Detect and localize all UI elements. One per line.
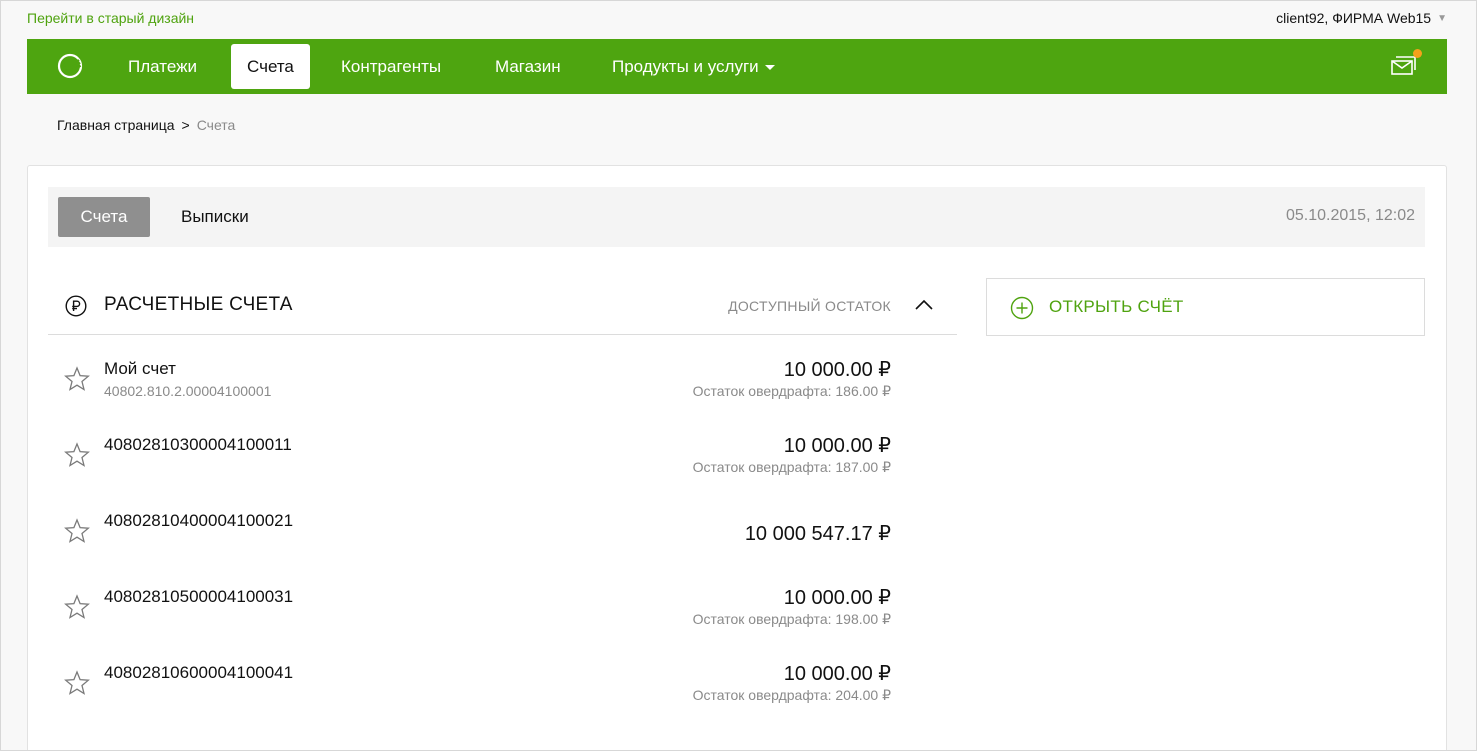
open-account-label: ОТКРЫТЬ СЧЁТ (1049, 297, 1184, 316)
tab-accounts[interactable]: Счета (58, 197, 150, 237)
breadcrumb-current: Счета (196, 117, 236, 133)
account-number: 40802.810.2.00004100001 (104, 383, 272, 399)
old-design-link[interactable]: Перейти в старый дизайн (27, 10, 194, 26)
balance-column-label: ДОСТУПНЫЙ ОСТАТОК (728, 298, 891, 314)
star-icon[interactable] (64, 366, 90, 392)
account-balance: 10 000.00 ₽ (783, 359, 891, 381)
user-name: client92, ФИРМА Web15 (1276, 10, 1432, 26)
account-balance: 10 000.00 ₽ (783, 435, 891, 457)
account-row[interactable]: 40802810600004100041 10 000.00 ₽ Остаток… (48, 663, 957, 739)
user-menu[interactable]: client92, ФИРМА Web15 ▼ (1276, 10, 1447, 26)
timestamp: 05.10.2015, 12:02 (1285, 207, 1415, 224)
star-icon[interactable] (64, 594, 90, 620)
star-icon[interactable] (64, 442, 90, 468)
open-account-button[interactable]: ОТКРЫТЬ СЧЁТ (986, 278, 1425, 336)
account-name: 40802810400004100021 (104, 511, 294, 530)
nav-item-counterparties[interactable]: Контрагенты (341, 44, 441, 89)
sber-logo-icon[interactable] (57, 53, 83, 79)
tab-statements[interactable]: Выписки (181, 197, 249, 237)
messages-button[interactable] (1389, 49, 1422, 81)
account-name: 40802810300004100011 (104, 435, 292, 454)
overdraft-balance: Остаток овердрафта: 186.00 ₽ (692, 383, 891, 399)
plus-circle-icon (1010, 296, 1034, 320)
account-row[interactable]: 40802810400004100021 10 000 547.17 ₽ (48, 511, 957, 587)
breadcrumb-separator: > (181, 117, 190, 133)
account-name: 40802810500004100031 (104, 587, 294, 606)
nav-item-accounts[interactable]: Счета (231, 44, 310, 89)
nav-item-products-label: Продукты и услуги (612, 57, 759, 76)
main-navbar: Платежи Счета Контрагенты Магазин Продук… (27, 39, 1447, 94)
overdraft-balance: Остаток овердрафта: 198.00 ₽ (692, 611, 891, 627)
account-balance: 10 000.00 ₽ (783, 587, 891, 609)
nav-item-payments[interactable]: Платежи (128, 44, 197, 89)
section-header: РАСЧЕТНЫЕ СЧЕТА ДОСТУПНЫЙ ОСТАТОК (48, 278, 957, 335)
chevron-up-icon[interactable] (915, 298, 933, 312)
account-balance: 10 000.00 ₽ (783, 663, 891, 685)
breadcrumb: Главная страница > Счета (57, 117, 235, 133)
notification-dot (1413, 49, 1422, 58)
overdraft-balance: Остаток овердрафта: 187.00 ₽ (692, 459, 891, 475)
account-balance: 10 000 547.17 ₽ (744, 523, 891, 545)
nav-item-shop[interactable]: Магазин (495, 44, 561, 89)
caret-down-icon: ▼ (1437, 12, 1447, 24)
star-icon[interactable] (64, 518, 90, 544)
account-name: Мой счет (104, 359, 176, 378)
tabs-bar: Счета Выписки 05.10.2015, 12:02 (48, 187, 1425, 247)
account-name: 40802810600004100041 (104, 663, 294, 682)
breadcrumb-home[interactable]: Главная страница (57, 117, 175, 133)
caret-down-icon (764, 65, 775, 71)
star-icon[interactable] (64, 670, 90, 696)
top-bar: Перейти в старый дизайн client92, ФИРМА … (0, 0, 1477, 38)
ruble-circle-icon (65, 295, 87, 317)
section-title: РАСЧЕТНЫЕ СЧЕТА (104, 294, 293, 315)
account-row[interactable]: 40802810500004100031 10 000.00 ₽ Остаток… (48, 587, 957, 663)
account-row[interactable]: 40802810300004100011 10 000.00 ₽ Остаток… (48, 435, 957, 511)
overdraft-balance: Остаток овердрафта: 204.00 ₽ (692, 687, 891, 703)
nav-item-products[interactable]: Продукты и услуги (612, 44, 775, 89)
account-row[interactable]: Мой счет 40802.810.2.00004100001 10 000.… (48, 359, 957, 435)
accounts-card: Счета Выписки 05.10.2015, 12:02 РАСЧЕТНЫ… (27, 165, 1447, 751)
